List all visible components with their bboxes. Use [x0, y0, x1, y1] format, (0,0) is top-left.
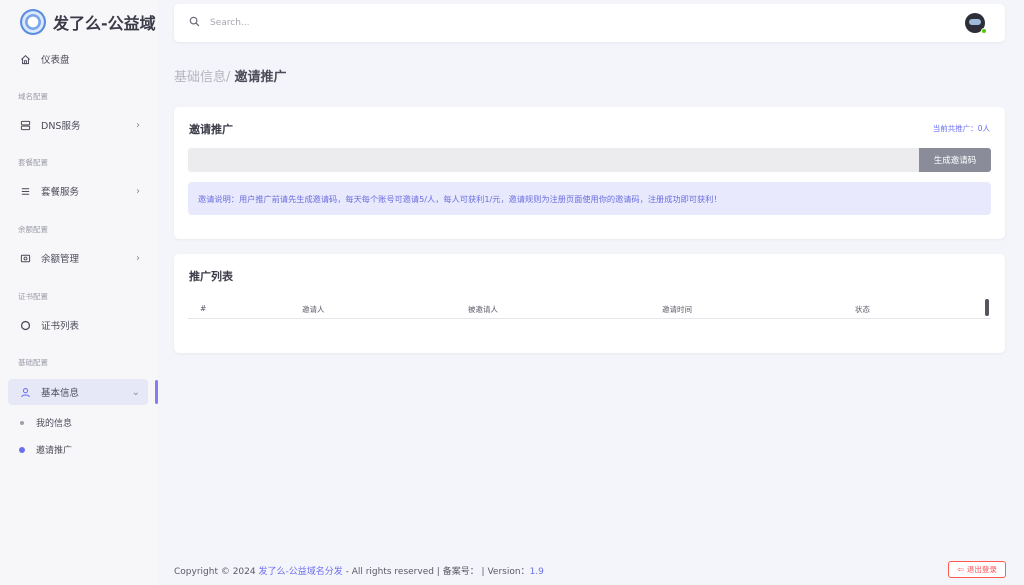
- table-header: # 邀请人 被邀请人 邀请时间 状态: [188, 297, 991, 319]
- invite-list-title: 推广列表: [189, 270, 233, 283]
- top-bar: [174, 4, 1005, 42]
- column-header-invitee: 被邀请人: [468, 305, 498, 314]
- active-indicator: [155, 380, 158, 404]
- menu-icon: [18, 186, 32, 197]
- sidebar: 发了么-公益域 仪表盘 域名配置 DNS服务 › 套餐配置 套餐服务 › 余额配…: [0, 0, 158, 585]
- chevron-right-icon: ›: [136, 185, 140, 197]
- sidebar-subitem-label: 我的信息: [36, 419, 73, 429]
- section-label-package: 套餐配置: [18, 158, 48, 167]
- chevron-right-icon: ›: [136, 252, 140, 264]
- sidebar-item-label: 余额管理: [41, 254, 80, 265]
- breadcrumb: 基础信息/ 邀请推广: [174, 66, 287, 85]
- invite-card: 邀请推广 当前共推广：0人 生成邀请码 邀请说明：用户推广前请先生成邀请码，每天…: [174, 107, 1005, 239]
- footer: Copyright © 2024 发了么-公益域名分发 - All rights…: [174, 564, 544, 577]
- bullet-icon: [19, 446, 25, 453]
- breadcrumb-current: 邀请推广: [234, 70, 287, 85]
- avatar-face: [969, 19, 981, 25]
- column-header-invite-time: 邀请时间: [662, 305, 692, 314]
- sidebar-subitem-label: 邀请推广: [36, 446, 73, 456]
- section-label-basic: 基础配置: [18, 358, 48, 367]
- search-input[interactable]: [210, 18, 510, 28]
- breadcrumb-parent[interactable]: 基础信息/: [174, 70, 230, 85]
- invite-card-title: 邀请推广: [189, 123, 233, 136]
- bullet-icon: [20, 420, 24, 425]
- server-icon: [18, 120, 32, 131]
- scrollbar[interactable]: [985, 299, 989, 316]
- sidebar-item-balance[interactable]: 余额管理 ›: [8, 245, 148, 271]
- sidebar-item-label: 套餐服务: [41, 187, 80, 198]
- chevron-right-icon: ›: [136, 119, 140, 131]
- sidebar-item-label: 证书列表: [41, 321, 80, 332]
- column-header-status: 状态: [855, 305, 870, 314]
- footer-copyright: Copyright © 2024: [174, 567, 259, 577]
- logout-button[interactable]: ⇦ 退出登录: [948, 561, 1006, 578]
- footer-site-link[interactable]: 发了么-公益域名分发: [258, 567, 342, 577]
- home-icon: [18, 54, 32, 65]
- section-label-balance: 余额配置: [18, 225, 48, 234]
- sidebar-item-dashboard[interactable]: 仪表盘: [8, 46, 148, 72]
- online-status-badge: [981, 28, 987, 34]
- search-icon[interactable]: [189, 16, 200, 30]
- invite-notice: 邀请说明：用户推广前请先生成邀请码，每天每个账号可邀请5/人，每人可获利1/元，…: [188, 182, 991, 215]
- sidebar-item-basic-info[interactable]: 基本信息 ⌄: [8, 379, 148, 405]
- invite-code-field[interactable]: [188, 148, 919, 172]
- sidebar-item-label: 基本信息: [41, 388, 80, 399]
- footer-rights: - All rights reserved | 备案号： | Version：: [342, 567, 530, 577]
- sidebar-item-label: DNS服务: [41, 121, 81, 132]
- sidebar-item-cert[interactable]: 证书列表: [8, 312, 148, 338]
- brand-logo: [20, 9, 46, 35]
- sidebar-item-dns[interactable]: DNS服务 ›: [8, 112, 148, 138]
- avatar[interactable]: [965, 13, 987, 34]
- section-label-domain: 域名配置: [18, 92, 48, 101]
- wallet-icon: [18, 253, 32, 264]
- sidebar-subitem-invite[interactable]: 邀请推广: [19, 443, 73, 456]
- sidebar-item-label: 仪表盘: [41, 55, 70, 66]
- brand[interactable]: 发了么-公益域: [0, 0, 158, 44]
- section-label-cert: 证书配置: [18, 292, 48, 301]
- generate-invite-code-button[interactable]: 生成邀请码: [919, 148, 991, 172]
- footer-version: 1.9: [529, 567, 544, 577]
- logout-label: 退出登录: [966, 565, 997, 574]
- logout-icon: ⇦: [957, 565, 964, 574]
- column-header-inviter: 邀请人: [302, 305, 325, 314]
- sidebar-item-package[interactable]: 套餐服务 ›: [8, 178, 148, 204]
- circle-icon: [18, 320, 32, 331]
- chevron-down-icon: ⌄: [131, 386, 140, 398]
- brand-title: 发了么-公益域: [53, 14, 156, 33]
- invite-count: 当前共推广：0人: [932, 124, 990, 133]
- sidebar-subitem-my-info[interactable]: 我的信息: [20, 416, 72, 429]
- column-header-index: #: [200, 304, 207, 313]
- user-icon: [18, 387, 32, 398]
- invite-list-card: 推广列表 # 邀请人 被邀请人 邀请时间 状态: [174, 254, 1005, 353]
